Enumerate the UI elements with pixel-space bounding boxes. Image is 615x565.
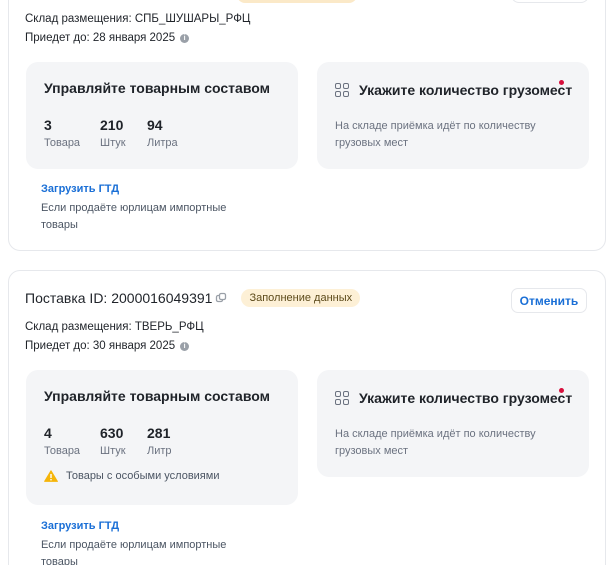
cargo-panel-title: Укажите количество грузомест: [359, 390, 573, 406]
cargo-panel[interactable]: Укажите количество грузомест На складе п…: [317, 62, 589, 169]
alert-dot: [559, 80, 564, 85]
warning-text: Товары с особыми условиями: [66, 470, 220, 482]
alert-dot: [559, 388, 564, 393]
cargo-panel-title: Укажите количество грузомест: [359, 82, 573, 98]
stat-liters: 94 Литра: [147, 117, 178, 149]
status-badge: Заполнение данных: [241, 289, 361, 307]
stat-label: Штук: [100, 445, 126, 457]
stat-label: Товара: [44, 445, 81, 457]
cargo-header: Укажите количество грузомест: [335, 82, 572, 98]
special-conditions-warning[interactable]: Товары с особыми условиями: [44, 470, 219, 482]
cargo-panel-desc: На складе приёмка идёт по количеству гру…: [335, 120, 536, 149]
status-badge: [237, 0, 357, 3]
grid-icon: [335, 391, 349, 405]
cargo-panel-desc: На складе приёмка идёт по количеству гру…: [335, 428, 536, 457]
cancel-button[interactable]: Отменить: [511, 288, 587, 313]
arrival-text: Приедет до: 30 января 2025: [25, 340, 176, 352]
stat-items: 3 Товара: [44, 117, 80, 149]
cargo-panel[interactable]: Укажите количество грузомест На складе п…: [317, 370, 589, 477]
supply-title: Поставка ID: 2000016049391: [25, 290, 213, 306]
stat-label: Литра: [147, 137, 178, 149]
cancel-button[interactable]: [511, 0, 589, 3]
stat-value: 210: [100, 117, 124, 133]
stat-items: 4 Товара: [44, 425, 80, 457]
stat-pieces: 210 Штук: [100, 117, 126, 149]
stat-label: Штук: [100, 137, 126, 149]
stat-value: 94: [147, 117, 163, 133]
stat-value: 3: [44, 117, 52, 133]
info-icon[interactable]: i: [180, 33, 190, 43]
stat-value: 630: [100, 425, 124, 441]
stat-pieces: 630 Штук: [100, 425, 126, 457]
upload-gtd-link[interactable]: Загрузить ГТД: [41, 520, 119, 532]
goods-panel-title: Управляйте товарным составом: [44, 80, 270, 96]
stat-value: 4: [44, 425, 52, 441]
arrival-text: Приедет до: 28 января 2025: [25, 32, 176, 44]
grid-icon: [335, 83, 349, 97]
upload-gtd-link[interactable]: Загрузить ГТД: [41, 183, 119, 195]
stat-label: Товара: [44, 137, 81, 149]
goods-panel[interactable]: Управляйте товарным составом 3 Товара 21…: [26, 62, 298, 169]
supply-card: Поставка ID: 2000016049391 Заполнение да…: [8, 270, 606, 565]
stat-value: 281: [147, 425, 171, 441]
arrival-line: Приедет до: 28 января 2025 i: [25, 32, 190, 44]
cargo-header: Укажите количество грузомест: [335, 390, 572, 406]
supply-card: Склад размещения: СПБ_ШУШАРЫ_РФЦ Приедет…: [8, 0, 606, 251]
stat-label: Литр: [147, 445, 172, 457]
supply-title-row: Поставка ID: 2000016049391 Заполнение да…: [25, 289, 361, 307]
stat-liters: 281 Литр: [147, 425, 172, 457]
warehouse-line: Склад размещения: ТВЕРЬ_РФЦ: [25, 321, 204, 333]
link-icon[interactable]: [215, 292, 227, 304]
warehouse-line: Склад размещения: СПБ_ШУШАРЫ_РФЦ: [25, 13, 251, 25]
gtd-hint: Если продаёте юрлицам импортные товары: [41, 202, 227, 231]
info-icon[interactable]: i: [180, 341, 190, 351]
arrival-line: Приедет до: 30 января 2025 i: [25, 340, 190, 352]
gtd-hint: Если продаёте юрлицам импортные товары: [41, 539, 227, 565]
goods-panel-title: Управляйте товарным составом: [44, 388, 270, 404]
goods-panel[interactable]: Управляйте товарным составом 4 Товара 63…: [26, 370, 298, 505]
warning-icon: [44, 470, 58, 482]
